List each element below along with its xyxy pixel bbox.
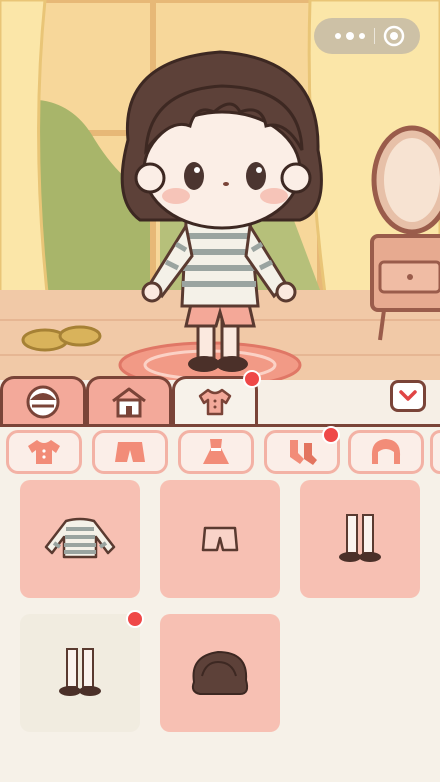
item-card-socks-shoes-selected[interactable] [20,614,140,732]
category-socks-badge [322,426,340,444]
game-scene [0,0,440,380]
item-card-bob-hair[interactable] [160,614,280,732]
socks-shoes-icon [59,648,101,696]
category-dresses[interactable] [178,430,254,474]
tab-face[interactable] [0,376,86,424]
item-card-striped-shirt[interactable] [20,480,140,598]
category-hair[interactable] [348,430,424,474]
category-bar [0,426,440,478]
collapse-panel-button[interactable] [390,380,426,412]
item-card-socks-shoes[interactable] [300,480,420,598]
more-dots-icon[interactable] [332,26,368,46]
target-icon[interactable] [382,24,406,48]
item-card-shorts[interactable] [160,480,280,598]
chevron-down-icon [399,390,417,401]
top-icon [28,440,60,464]
room-illustration [0,0,440,380]
item-new-badge [126,610,144,628]
bob-hair-icon [191,650,249,695]
socks-icon [290,440,317,465]
main-tab-bar [0,370,440,426]
category-tops[interactable] [6,430,82,474]
dress-icon [203,439,229,464]
house-icon [112,387,146,417]
tab-house[interactable] [86,376,172,424]
category-more[interactable] [430,430,440,474]
hair-icon [371,439,401,464]
striped-shirt-icon [44,517,116,559]
category-bottoms[interactable] [92,430,168,474]
shorts-outline-icon [201,526,239,552]
mini-program-capsule [314,18,420,54]
shirt-icon [198,388,232,415]
shorts-icon [115,442,145,462]
socks-shoes-icon [339,514,381,562]
tab-clothes-badge [243,370,261,388]
capsule-divider [374,28,375,44]
face-icon [26,385,60,418]
